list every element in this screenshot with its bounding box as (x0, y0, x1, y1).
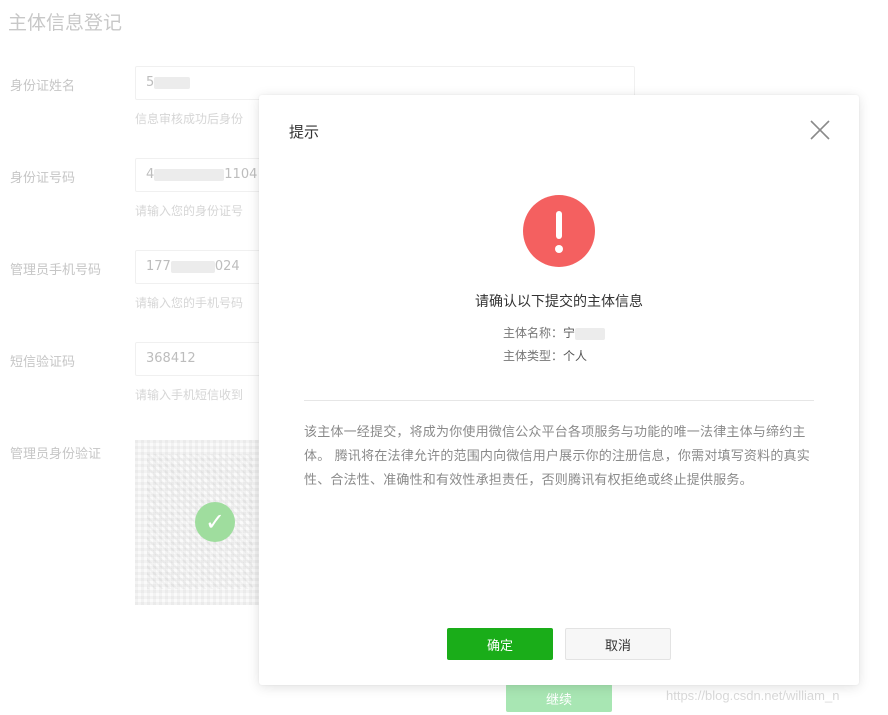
redacted-mask (575, 327, 606, 340)
entity-type-label: 主体类型： (503, 349, 564, 363)
confirm-button[interactable]: 确定 (447, 628, 553, 660)
continue-button[interactable]: 继续 (506, 684, 612, 712)
close-icon[interactable] (807, 117, 833, 143)
exclamation-icon (523, 195, 595, 267)
redacted-mask (170, 260, 215, 273)
field-label-admin-verify: 管理员身份验证 (10, 447, 102, 462)
redacted-mask (154, 76, 191, 89)
cancel-button[interactable]: 取消 (565, 628, 671, 660)
divider (304, 400, 814, 401)
field-hint-id-number: 请输入您的身份证号 (135, 204, 244, 218)
confirm-dialog: 提示 请确认以下提交的主体信息 主体名称：宁 主体类型：个人 该主体一经提交，将… (259, 95, 859, 685)
redacted-mask (154, 168, 225, 181)
entity-type-row: 主体类型：个人 (503, 347, 587, 364)
entity-name-row: 主体名称：宁 (503, 324, 606, 341)
field-label-id-name: 身份证姓名 (10, 79, 76, 94)
field-label-id-number: 身份证号码 (10, 171, 76, 186)
field-hint-admin-phone: 请输入您的手机号码 (135, 296, 244, 310)
dialog-title: 提示 (289, 123, 320, 141)
field-label-admin-phone: 管理员手机号码 (10, 263, 102, 278)
field-hint-sms-code: 请输入手机短信收到 (135, 388, 244, 402)
legal-notice: 该主体一经提交，将成为你使用微信公众平台各项服务与功能的唯一法律主体与缔约主体。… (304, 425, 810, 488)
field-label-sms-code: 短信验证码 (10, 355, 76, 370)
page-title: 主体信息登记 (8, 12, 123, 34)
verification-qr-code: ✓ (135, 440, 265, 605)
confirm-heading: 请确认以下提交的主体信息 (475, 294, 643, 310)
check-icon: ✓ (195, 502, 235, 542)
entity-name-label: 主体名称： (503, 326, 564, 340)
entity-name-value: 宁 (563, 326, 576, 340)
entity-type-value: 个人 (563, 349, 588, 363)
field-hint-id-name: 信息审核成功后身份 (135, 112, 244, 126)
watermark: https://blog.csdn.net/william_n (666, 688, 840, 703)
